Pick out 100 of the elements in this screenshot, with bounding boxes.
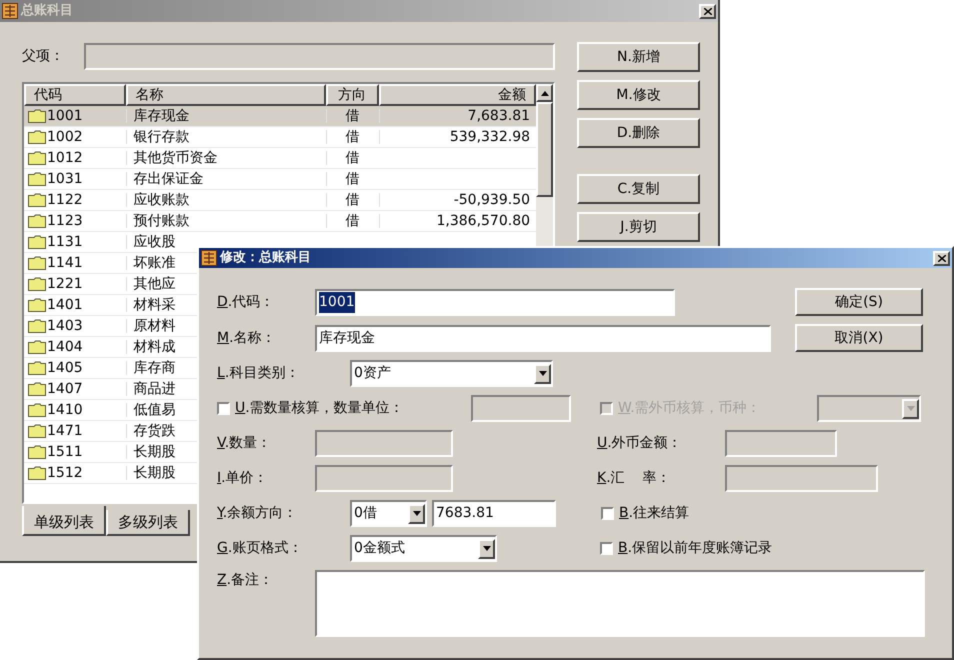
direction-cell: 借 — [346, 172, 360, 186]
code-cell: 1511 — [47, 445, 83, 459]
code-field[interactable]: 1001 — [315, 288, 675, 316]
folder-icon — [28, 340, 46, 354]
checkbox[interactable] — [217, 402, 230, 415]
dropdown-button[interactable] — [478, 538, 495, 558]
name-field[interactable]: 库存现金 — [315, 324, 771, 352]
name-cell: 原材料 — [134, 318, 176, 334]
direction-cell: 借 — [346, 109, 360, 123]
category-select[interactable]: 0资产 — [350, 360, 553, 387]
name-cell: 存出保证金 — [134, 171, 204, 187]
column-header[interactable]: 金额 — [378, 84, 536, 106]
code-cell: 1141 — [47, 256, 83, 270]
close-button[interactable] — [699, 4, 716, 18]
code-cell: 1403 — [47, 319, 83, 333]
list-row[interactable]: 1031 存出保证金 借 — [24, 169, 536, 190]
list-row[interactable]: 1001 库存现金 借 7,683.81 — [24, 106, 536, 127]
list-row[interactable]: 1122 应收账款 借 -50,939.50 — [24, 190, 536, 211]
name-cell: 应收股 — [134, 234, 176, 250]
folder-icon — [28, 235, 46, 249]
amount-cell: 539,332.98 — [450, 130, 530, 144]
caret-icon — [538, 371, 546, 376]
direction-cell: 借 — [346, 151, 360, 165]
field-label: K.汇 率： — [597, 469, 672, 488]
checkbox-label: B.保留以前年度账簿记录 — [618, 539, 772, 558]
folder-icon — [28, 109, 46, 123]
name-cell: 其他货币资金 — [134, 150, 218, 166]
code-cell: 1407 — [47, 382, 83, 396]
parent-label: 父项： — [22, 46, 65, 66]
folder-icon — [28, 298, 46, 312]
name-cell: 库存商 — [134, 360, 176, 376]
close-button[interactable] — [933, 250, 950, 266]
column-header[interactable]: 方向 — [326, 84, 379, 106]
action-button[interactable]: N.新增 — [577, 42, 700, 72]
folder-icon — [28, 193, 46, 207]
action-button[interactable]: D.删除 — [577, 118, 700, 148]
foreign-amount-field[interactable] — [725, 430, 837, 457]
code-cell: 1512 — [47, 466, 83, 480]
field-label: D.代码： — [217, 292, 276, 312]
code-cell: 1122 — [47, 193, 83, 207]
folder-icon — [28, 256, 46, 270]
direction-cell: 借 — [346, 214, 360, 228]
list-tab[interactable]: 多级列表 — [106, 510, 190, 536]
up-arrow-icon — [540, 90, 548, 96]
action-button[interactable]: J.剪切 — [577, 212, 700, 242]
name-cell: 材料采 — [134, 297, 176, 313]
folder-icon — [28, 466, 46, 480]
cancel-button[interactable]: 取消(X) — [795, 324, 923, 352]
name-cell: 应收账款 — [134, 192, 190, 208]
dropdown-button[interactable] — [408, 504, 425, 524]
dropdown-button[interactable] — [902, 398, 919, 418]
code-cell: 1404 — [47, 340, 83, 354]
folder-icon — [28, 445, 46, 459]
code-cell: 1405 — [47, 361, 83, 375]
folder-icon — [28, 130, 46, 144]
list-row[interactable]: 1123 预付账款 借 1,386,570.80 — [24, 211, 536, 232]
field-label: Z.备注： — [217, 571, 274, 590]
balance-field[interactable]: 7683.81 — [432, 500, 556, 527]
code-cell: 1012 — [47, 151, 83, 165]
caret-icon — [412, 511, 420, 516]
column-header[interactable]: 名称 — [126, 84, 326, 106]
folder-icon — [28, 382, 46, 396]
checkbox[interactable] — [600, 542, 613, 555]
action-button[interactable]: M.修改 — [577, 80, 700, 110]
ok-button[interactable]: 确定(S) — [795, 288, 923, 316]
direction-select[interactable]: 0借 — [350, 500, 427, 527]
folder-icon — [28, 319, 46, 333]
name-cell: 预付账款 — [134, 213, 190, 229]
direction-cell: 借 — [346, 193, 360, 207]
name-cell: 坏账准 — [134, 255, 176, 271]
format-select[interactable]: 0金额式 — [350, 535, 497, 562]
column-header[interactable]: 代码 — [24, 84, 126, 106]
code-cell: 1001 — [47, 109, 83, 123]
app-icon — [2, 3, 18, 19]
folder-icon — [28, 403, 46, 417]
field-label: I.单价： — [217, 469, 269, 488]
currency-select[interactable] — [817, 395, 921, 422]
list-row[interactable]: 1002 银行存款 借 539,332.98 — [24, 127, 536, 148]
parent-field[interactable] — [84, 42, 555, 70]
name-cell: 存货跌 — [134, 423, 176, 439]
quantity-field[interactable] — [315, 430, 453, 457]
folder-icon — [28, 172, 46, 186]
note-field[interactable] — [315, 570, 925, 637]
list-row[interactable]: 1012 其他货币资金 借 — [24, 148, 536, 169]
name-cell: 库存现金 — [134, 108, 190, 124]
name-cell: 其他应 — [134, 276, 176, 292]
name-cell: 商品进 — [134, 381, 176, 397]
dropdown-button[interactable] — [534, 364, 551, 384]
action-button[interactable]: C.复制 — [577, 174, 700, 204]
unit-field[interactable] — [471, 395, 571, 422]
folder-icon — [28, 151, 46, 165]
code-cell: 1123 — [47, 214, 83, 228]
unit-price-field[interactable] — [315, 465, 453, 492]
rate-field[interactable] — [725, 465, 878, 492]
code-cell: 1002 — [47, 130, 83, 144]
checkbox-label: B.往来结算 — [619, 504, 690, 523]
name-cell: 银行存款 — [134, 129, 190, 145]
list-tab[interactable]: 单级列表 — [22, 506, 106, 536]
direction-cell: 借 — [346, 130, 360, 144]
checkbox[interactable] — [601, 507, 614, 520]
